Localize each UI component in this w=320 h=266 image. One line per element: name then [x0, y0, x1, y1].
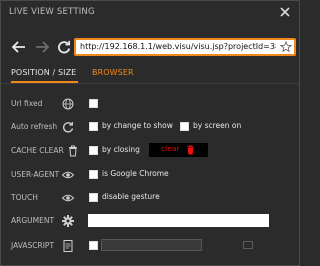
reload-icon[interactable]	[56, 39, 72, 55]
javascript-input[interactable]	[101, 239, 253, 251]
cache-clear-by-closing-checkbox[interactable]	[89, 146, 98, 155]
user-agent-row: USER-AGENT is Google Chrome	[1, 166, 299, 186]
eye-icon	[61, 171, 75, 179]
url-fixed-checkbox[interactable]	[89, 99, 98, 108]
gear-icon	[62, 215, 74, 227]
live-view-setting-dialog: LIVE VIEW SETTING http://192.168.1.1/web…	[0, 0, 300, 266]
dialog-title: LIVE VIEW SETTING	[9, 7, 95, 17]
clear-button-label: clear	[161, 145, 180, 153]
refresh-by-screen-label: by screen on	[193, 121, 242, 130]
argument-label: ARGUMENT	[11, 216, 55, 225]
settings-tabs: POSITION / SIZE BROWSER	[1, 63, 299, 84]
cache-clear-label: CACHE CLEAR	[11, 146, 64, 155]
globe-icon	[62, 98, 74, 110]
tab-position-size[interactable]: POSITION / SIZE	[11, 68, 76, 77]
user-agent-label: USER-AGENT	[11, 170, 60, 179]
javascript-row: JAVASCRIPT	[1, 237, 299, 257]
cache-clear-by-closing-label: by closing	[102, 145, 140, 154]
javascript-edit-button[interactable]	[243, 241, 253, 249]
refresh-icon	[62, 122, 74, 133]
url-field[interactable]: http://192.168.1.1/web.visu/visu.jsp?pro…	[74, 38, 296, 56]
close-icon	[280, 7, 290, 17]
disable-gesture-checkbox[interactable]	[89, 193, 98, 202]
trash-icon	[187, 145, 194, 155]
clear-cache-button[interactable]: clear	[149, 143, 208, 157]
javascript-label: JAVASCRIPT	[11, 241, 55, 250]
trash-icon	[69, 145, 77, 157]
argument-input[interactable]	[88, 214, 269, 227]
eye-icon	[61, 194, 75, 202]
refresh-by-screen-checkbox[interactable]	[180, 122, 189, 131]
active-tab-indicator	[11, 81, 78, 83]
back-arrow-icon[interactable]	[11, 39, 27, 55]
star-icon[interactable]	[280, 41, 292, 53]
document-icon	[63, 240, 73, 252]
close-button[interactable]	[277, 4, 293, 20]
tab-browser[interactable]: BROWSER	[92, 68, 134, 77]
touch-row: TOUCH disable gesture	[1, 189, 299, 209]
disable-gesture-label: disable gesture	[102, 192, 160, 201]
url-fixed-row: Url fixed	[1, 95, 299, 115]
cache-clear-row: CACHE CLEAR by closing clear	[1, 142, 299, 162]
browser-nav-bar: http://192.168.1.1/web.visu/visu.jsp?pro…	[1, 29, 299, 63]
user-agent-option-label: is Google Chrome	[102, 169, 169, 178]
title-bar: LIVE VIEW SETTING	[1, 1, 299, 25]
refresh-by-change-label: by change to show	[102, 121, 173, 130]
javascript-checkbox[interactable]	[89, 241, 98, 250]
argument-row: ARGUMENT	[1, 212, 299, 232]
refresh-by-change-checkbox[interactable]	[89, 122, 98, 131]
forward-arrow-icon[interactable]	[34, 39, 50, 55]
auto-refresh-row: Auto refresh by change to show by screen…	[1, 118, 299, 138]
touch-label: TOUCH	[11, 193, 38, 202]
url-text[interactable]: http://192.168.1.1/web.visu/visu.jsp?pro…	[80, 42, 276, 51]
url-fixed-label: Url fixed	[11, 99, 43, 108]
user-agent-checkbox[interactable]	[89, 170, 98, 179]
auto-refresh-label: Auto refresh	[11, 122, 58, 131]
